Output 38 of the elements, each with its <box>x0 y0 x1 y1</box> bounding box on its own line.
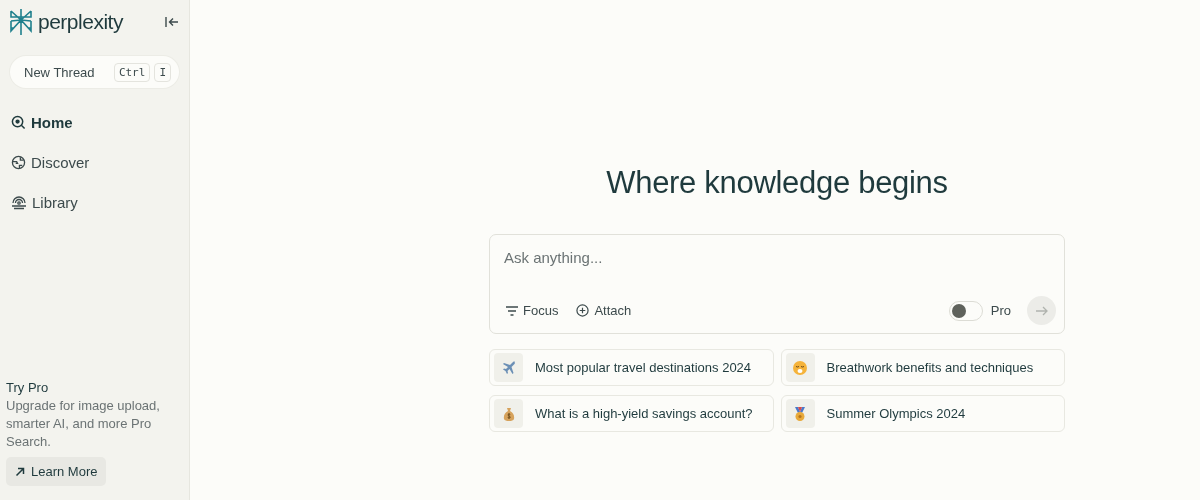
promo-title: Try Pro <box>6 380 50 395</box>
suggestion-text: Breathwork benefits and techniques <box>826 360 1034 375</box>
airplane-icon <box>500 359 517 376</box>
focus-button[interactable]: Focus <box>504 301 561 320</box>
new-thread-button[interactable]: New Thread Ctrl I <box>10 56 179 88</box>
suggestion-card[interactable]: What is a high-yield savings account? <box>489 395 774 432</box>
arrow-right-icon <box>1035 305 1048 316</box>
globe-icon <box>11 154 26 170</box>
attach-button[interactable]: Attach <box>574 301 634 320</box>
keyboard-key: Ctrl <box>113 62 151 82</box>
arrow-icon <box>15 466 25 477</box>
suggestion-text: Summer Olympics 2024 <box>826 406 966 421</box>
brand-name: perplexity <box>38 10 123 34</box>
search-input[interactable]: Ask anything... <box>504 249 1056 266</box>
library-icon <box>11 194 27 210</box>
page-heading: Where knowledge begins <box>605 165 949 201</box>
filter-icon <box>506 305 518 316</box>
search-icon <box>11 114 26 130</box>
suggestion-text: What is a high-yield savings account? <box>535 406 753 421</box>
pro-label: Pro <box>990 303 1011 318</box>
suggestion-card[interactable]: Breathwork benefits and techniques <box>780 349 1065 386</box>
keyboard-key: I <box>154 62 171 82</box>
plus-circle-icon <box>576 304 590 317</box>
search-box[interactable]: Ask anything... Focus Attach Pro <box>489 234 1065 334</box>
pro-toggle[interactable] <box>948 300 983 321</box>
face-icon <box>792 359 808 376</box>
suggestion-card[interactable]: Most popular travel destinations 2024 <box>489 349 774 386</box>
suggestion-text: Most popular travel destinations 2024 <box>535 360 752 375</box>
nav-item[interactable]: Home <box>6 110 179 134</box>
suggestion-card[interactable]: Summer Olympics 2024 <box>780 395 1065 432</box>
nav-item[interactable]: Discover <box>6 150 179 174</box>
brand-logo[interactable]: perplexity <box>8 8 123 36</box>
medal-icon <box>792 405 808 422</box>
promo-text: Upgrade for image upload, smarter AI, and more Pro Search. <box>6 397 161 451</box>
learn-more-button[interactable]: Learn More <box>6 457 107 486</box>
logo-icon <box>8 8 34 36</box>
collapse-sidebar-icon[interactable] <box>165 16 179 28</box>
nav-item[interactable]: Library <box>6 190 179 214</box>
